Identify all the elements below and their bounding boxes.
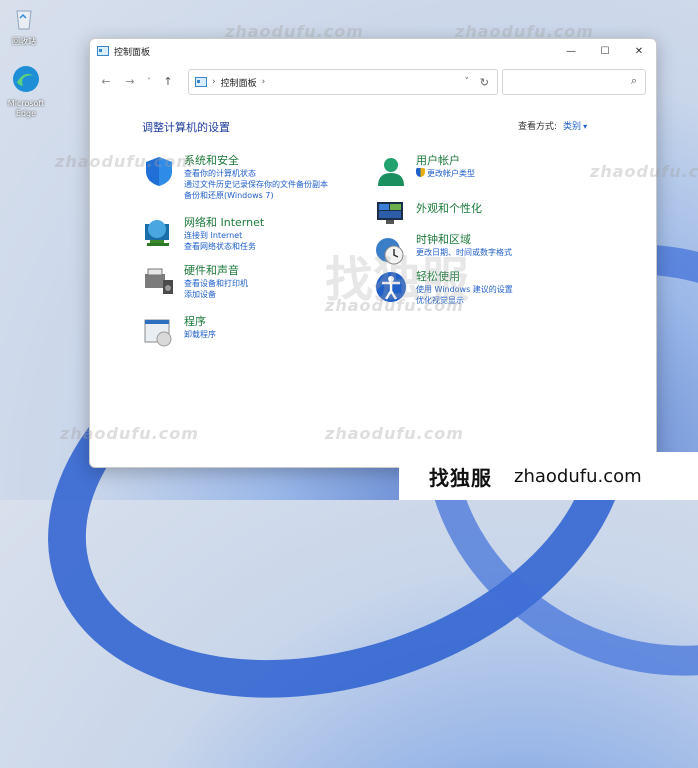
window-title: 控制面板 <box>114 47 151 58</box>
breadcrumb-control-panel[interactable]: 控制面板 <box>221 76 257 89</box>
back-arrow-icon[interactable]: ← <box>94 75 118 88</box>
brand-banner: 找独服 zhaodufu.com <box>399 452 698 500</box>
category-link[interactable]: 连接到 Internet <box>184 230 264 241</box>
user-accounts-icon <box>378 158 404 186</box>
view-by-value[interactable]: 类别 <box>563 122 581 132</box>
brand-en: zhaodufu.com <box>514 465 642 487</box>
breadcrumb-separator: › <box>212 77 216 87</box>
printer-hardware-icon <box>145 268 173 294</box>
category-title[interactable]: 系统和安全 <box>184 154 328 168</box>
edge-desktop-icon[interactable]: Microsoft Edge <box>0 64 52 119</box>
category-hardware-sound: 硬件和声音 查看设备和打印机 添加设备 <box>142 264 248 300</box>
category-title[interactable]: 用户帐户 <box>416 154 475 168</box>
search-icon[interactable]: ⌕ <box>631 74 637 88</box>
recycle-bin-desktop-icon[interactable]: 回收站 <box>0 2 50 47</box>
watermark: zhaodufu.com <box>455 22 594 41</box>
programs-icon <box>144 319 172 347</box>
category-title[interactable]: 程序 <box>184 315 216 329</box>
view-by-control[interactable]: 查看方式: 类别 ▾ <box>518 119 587 132</box>
address-dropdown-chevron-icon[interactable]: ˅ <box>465 77 470 87</box>
watermark: zhaodufu.com <box>325 424 464 443</box>
network-globe-icon <box>145 220 169 246</box>
recycle-bin-label: 回收站 <box>12 37 36 46</box>
search-input[interactable]: ⌕ <box>502 69 646 95</box>
breadcrumb-separator[interactable]: › <box>262 77 266 87</box>
uac-shield-icon <box>416 168 425 177</box>
category-title[interactable]: 硬件和声音 <box>184 264 248 278</box>
refresh-icon[interactable]: ↻ <box>480 76 489 89</box>
forward-arrow-icon[interactable]: → <box>118 75 142 88</box>
title-bar[interactable]: 控制面板 — ☐ ✕ <box>90 39 656 63</box>
watermark-logo: 找独服 <box>325 252 470 308</box>
category-link[interactable]: 添加设备 <box>184 289 248 300</box>
address-field[interactable]: › 控制面板 › ˅ ↻ <box>188 69 498 95</box>
view-by-label: 查看方式: <box>518 122 558 132</box>
address-toolbar: ← → ˅ ↑ › 控制面板 › ˅ ↻ ⌕ <box>90 63 656 99</box>
recent-locations-chevron-icon[interactable]: ˅ <box>142 77 156 86</box>
brand-cn: 找独服 <box>429 465 492 490</box>
watermark: zhaodufu.com <box>590 162 698 181</box>
category-appearance: 外观和个性化 <box>374 196 482 230</box>
category-link[interactable]: 卸载程序 <box>184 329 216 340</box>
category-link[interactable]: 备份和还原(Windows 7) <box>184 190 328 201</box>
category-link[interactable]: 通过文件历史记录保存你的文件备份副本 <box>184 179 328 190</box>
up-arrow-icon[interactable]: ↑ <box>156 75 180 88</box>
category-user-accounts: 用户帐户 更改帐户类型 <box>374 154 475 188</box>
control-panel-icon <box>97 46 109 56</box>
category-title[interactable]: 网络和 Internet <box>184 216 264 230</box>
edge-icon <box>13 66 39 92</box>
minimize-button[interactable]: — <box>554 39 588 63</box>
appearance-personalization-icon <box>377 202 403 224</box>
category-network-internet: 网络和 Internet 连接到 Internet 查看网络状态和任务 <box>142 216 264 252</box>
watermark: zhaodufu.com <box>225 22 364 41</box>
watermark: zhaodufu.com <box>55 152 194 171</box>
category-link[interactable]: 查看网络状态和任务 <box>184 241 264 252</box>
watermark: zhaodufu.com <box>60 424 199 443</box>
category-link[interactable]: 查看你的计算机状态 <box>184 168 328 179</box>
recycle-bin-icon <box>16 10 32 30</box>
maximize-button[interactable]: ☐ <box>588 39 622 63</box>
view-by-dropdown-icon[interactable]: ▾ <box>583 122 587 131</box>
close-button[interactable]: ✕ <box>622 39 656 63</box>
category-link[interactable]: 查看设备和打印机 <box>184 278 248 289</box>
category-link[interactable]: 更改帐户类型 <box>416 168 475 179</box>
category-programs: 程序 卸载程序 <box>142 315 216 349</box>
edge-label: Microsoft Edge <box>7 99 45 118</box>
page-heading: 调整计算机的设置 <box>142 121 230 134</box>
control-panel-icon <box>195 77 207 87</box>
category-title[interactable]: 外观和个性化 <box>416 202 482 216</box>
